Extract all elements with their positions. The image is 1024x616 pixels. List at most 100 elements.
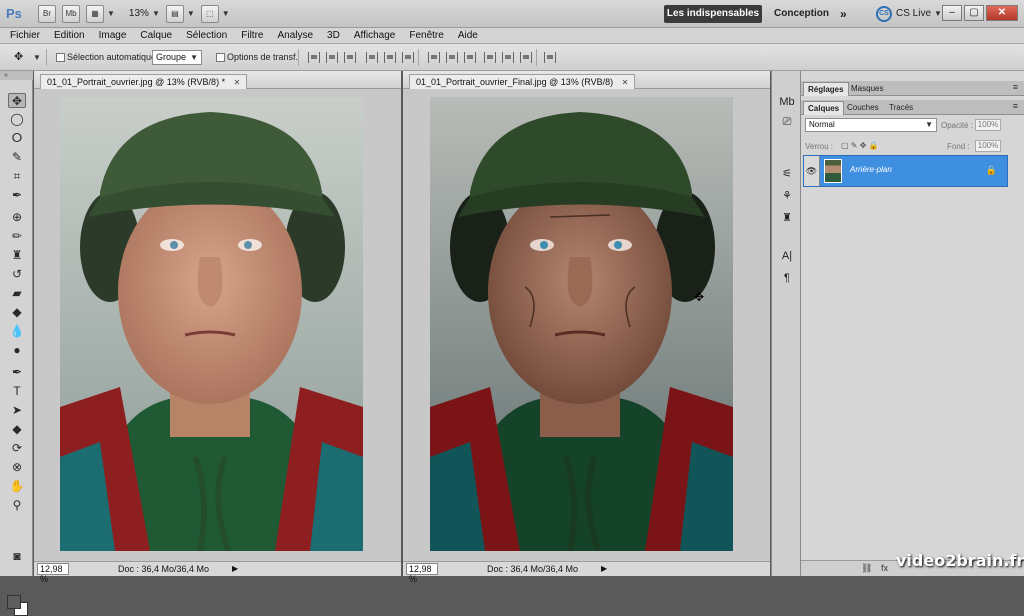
workspace-design-button[interactable]: Conception xyxy=(774,5,829,23)
mini-bridge-button[interactable]: Mb xyxy=(62,4,80,23)
auto-select-checkbox[interactable] xyxy=(56,53,65,62)
status-menu-arrow-icon[interactable]: ▶ xyxy=(601,562,607,576)
align-top-icon[interactable] xyxy=(308,52,320,63)
eye-icon[interactable]: 👁 xyxy=(804,156,820,186)
distribute-horizontal-center-icon[interactable] xyxy=(502,52,514,63)
tab-layers[interactable]: Calques xyxy=(803,101,845,115)
character-panel-icon[interactable]: A| xyxy=(779,249,795,264)
zoom-field[interactable]: 12,98 % xyxy=(406,563,438,584)
foreground-color-swatch[interactable] xyxy=(7,595,21,609)
move-tool-preset-icon[interactable]: ✥ xyxy=(14,50,23,63)
menu-file[interactable]: Fichier xyxy=(0,28,47,44)
menu-window[interactable]: Fenêtre xyxy=(402,28,450,44)
document-tab[interactable]: 01_01_Portrait_ouvrier.jpg @ 13% (RVB/8)… xyxy=(40,74,248,89)
eyedropper-tool-icon[interactable]: ✒ xyxy=(8,188,26,203)
document-tab[interactable]: 01_01_Portrait_ouvrier_Final.jpg @ 13% (… xyxy=(409,74,636,89)
tab-masks[interactable]: Masques xyxy=(847,82,887,96)
3d-rotate-tool-icon[interactable]: ⟳ xyxy=(8,441,26,456)
history-brush-tool-icon[interactable]: ↺ xyxy=(8,267,26,282)
close-tab-icon[interactable]: ✕ xyxy=(234,78,241,87)
zoom-level-select[interactable]: 13% xyxy=(129,8,149,19)
distribute-bottom-icon[interactable] xyxy=(464,52,476,63)
menu-help[interactable]: Aide xyxy=(451,28,485,44)
lasso-tool-icon[interactable]: ⵔ xyxy=(8,131,26,146)
tab-channels[interactable]: Couches xyxy=(843,101,883,115)
zoom-tool-icon[interactable]: ⚲ xyxy=(8,498,26,513)
quick-selection-tool-icon[interactable]: ✎ xyxy=(8,150,26,165)
link-layers-icon[interactable]: ⛓ xyxy=(861,563,872,574)
align-bottom-icon[interactable] xyxy=(344,52,356,63)
distribute-vertical-center-icon[interactable] xyxy=(446,52,458,63)
workspace-essentials-button[interactable]: Les indispensables xyxy=(664,5,762,23)
image-canvas[interactable] xyxy=(430,97,733,551)
status-menu-arrow-icon[interactable]: ▶ xyxy=(232,562,238,576)
dodge-tool-icon[interactable]: ● xyxy=(8,343,26,358)
tab-adjustments[interactable]: Réglages xyxy=(803,82,849,96)
tab-paths[interactable]: Tracés xyxy=(885,101,917,115)
view-extras-button[interactable]: ▦ xyxy=(86,4,104,23)
auto-select-target-select[interactable]: Groupe ▼ xyxy=(152,50,202,65)
zoom-field[interactable]: 12,98 % xyxy=(37,563,69,584)
pen-tool-icon[interactable]: ✒ xyxy=(8,365,26,380)
menu-select[interactable]: Sélection xyxy=(179,28,234,44)
mini-bridge-panel-icon[interactable]: Mb xyxy=(779,95,795,110)
opacity-field[interactable]: 100% xyxy=(975,119,1001,131)
arrange-documents-button[interactable]: ▤ xyxy=(165,4,184,23)
panel-menu-icon[interactable]: ≡ xyxy=(1013,101,1018,111)
move-tool-icon[interactable]: ✥ xyxy=(8,93,26,108)
menu-filter[interactable]: Filtre xyxy=(234,28,270,44)
spot-healing-brush-icon[interactable]: ⊕ xyxy=(8,210,26,225)
adjustments-panel-icon[interactable]: ⚟ xyxy=(779,167,795,182)
brush-tool-icon[interactable]: ✏ xyxy=(8,229,26,244)
maximize-button[interactable]: ▢ xyxy=(964,5,984,21)
menu-view[interactable]: Affichage xyxy=(347,28,403,44)
brush-panel-icon[interactable]: ⚘ xyxy=(779,189,795,204)
layer-row-background[interactable]: 👁 Arrière-plan 🔒 xyxy=(803,155,1008,187)
align-vertical-center-icon[interactable] xyxy=(326,52,338,63)
align-left-icon[interactable] xyxy=(366,52,378,63)
blend-mode-select[interactable]: Normal ▼ xyxy=(805,118,937,132)
3d-orbit-tool-icon[interactable]: ⊗ xyxy=(8,460,26,475)
crop-tool-icon[interactable]: ⌗ xyxy=(8,169,26,184)
distribute-top-icon[interactable] xyxy=(428,52,440,63)
hand-tool-icon[interactable]: ✋ xyxy=(8,479,26,494)
distribute-right-icon[interactable] xyxy=(520,52,532,63)
path-selection-tool-icon[interactable]: ➤ xyxy=(8,403,26,418)
chevron-down-icon[interactable]: ▼ xyxy=(33,53,41,62)
image-canvas[interactable] xyxy=(60,97,363,551)
menu-analysis[interactable]: Analyse xyxy=(270,28,320,44)
panel-menu-icon[interactable]: ≡ xyxy=(1013,82,1018,92)
elliptical-marquee-tool-icon[interactable]: ◯ xyxy=(8,112,26,127)
close-button[interactable]: ✕ xyxy=(986,5,1018,21)
clone-source-panel-icon[interactable]: ♜ xyxy=(779,211,795,226)
tools-panel-header[interactable]: » xyxy=(0,71,33,80)
transform-controls-checkbox[interactable] xyxy=(216,53,225,62)
chevron-down-icon[interactable]: ▼ xyxy=(107,9,115,18)
type-tool-icon[interactable]: T xyxy=(8,384,26,399)
eraser-tool-icon[interactable]: ▰ xyxy=(8,286,26,301)
cs-live-button[interactable]: CS CS Live ▼ xyxy=(876,5,942,23)
distribute-left-icon[interactable] xyxy=(484,52,496,63)
align-horizontal-center-icon[interactable] xyxy=(384,52,396,63)
align-right-icon[interactable] xyxy=(402,52,414,63)
layer-style-icon[interactable]: fx xyxy=(881,563,888,573)
menu-image[interactable]: Image xyxy=(92,28,134,44)
more-workspaces-icon[interactable]: » xyxy=(840,5,847,23)
history-panel-icon[interactable]: ⎚ xyxy=(779,115,795,130)
blur-tool-icon[interactable]: 💧 xyxy=(8,324,26,339)
chevron-down-icon[interactable]: ▼ xyxy=(152,9,160,18)
menu-layer[interactable]: Calque xyxy=(133,28,179,44)
fill-field[interactable]: 100% xyxy=(975,140,1001,152)
close-tab-icon[interactable]: ✕ xyxy=(622,78,629,87)
clone-stamp-tool-icon[interactable]: ♜ xyxy=(8,248,26,263)
minimize-button[interactable]: – xyxy=(942,5,962,21)
shape-tool-icon[interactable]: ◆ xyxy=(8,422,26,437)
menu-edit[interactable]: Edition xyxy=(47,28,92,44)
auto-align-layers-icon[interactable] xyxy=(544,52,556,63)
chevron-down-icon[interactable]: ▼ xyxy=(187,9,195,18)
lock-pixels-icon[interactable]: ▢ ✎ ✥ 🔒 xyxy=(841,141,879,150)
paint-bucket-tool-icon[interactable]: ◆ xyxy=(8,305,26,320)
quick-mask-icon[interactable]: ◙ xyxy=(8,549,26,564)
chevron-down-icon[interactable]: ▼ xyxy=(222,9,230,18)
screen-mode-button[interactable]: ⬚ xyxy=(200,4,219,23)
